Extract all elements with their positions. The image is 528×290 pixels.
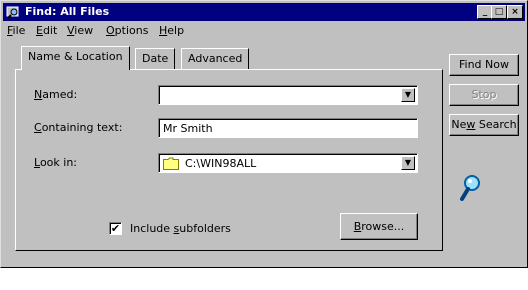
- browse-button[interactable]: Browse...: [340, 213, 418, 240]
- find-now-button[interactable]: Find Now: [449, 54, 519, 76]
- maximize-button[interactable]: □: [491, 5, 507, 19]
- find-window: Find: All Files _ □ × File Edit View Opt…: [0, 0, 528, 268]
- named-combo[interactable]: ▼: [158, 85, 418, 105]
- new-search-button[interactable]: New Search: [449, 114, 519, 136]
- menu-file[interactable]: File: [7, 24, 25, 37]
- include-subfolders-checkbox[interactable]: ✔: [109, 222, 122, 235]
- named-label: Named:: [34, 88, 78, 101]
- name-location-panel: Named: ▼ Containing text: Mr Smith Look …: [15, 69, 443, 251]
- tab-advanced[interactable]: Advanced: [181, 48, 250, 69]
- chevron-down-icon: ▼: [404, 90, 412, 99]
- title-bar[interactable]: Find: All Files _ □ ×: [3, 3, 525, 21]
- named-dropdown-button[interactable]: ▼: [401, 88, 415, 102]
- tab-date[interactable]: Date: [135, 48, 176, 69]
- look-in-combo[interactable]: C:\WIN98ALL ▼: [158, 153, 418, 173]
- menu-bar: File Edit View Options Help: [3, 22, 525, 40]
- containing-text-input[interactable]: Mr Smith: [158, 118, 418, 138]
- chevron-down-icon: ▼: [404, 158, 412, 167]
- tab-name-location[interactable]: Name & Location: [21, 46, 130, 70]
- magnifier-icon: [460, 175, 480, 201]
- look-in-value: C:\WIN98ALL: [185, 157, 257, 170]
- look-in-label: Look in:: [34, 156, 77, 169]
- close-button[interactable]: ×: [507, 5, 523, 19]
- find-app-icon: [6, 6, 19, 19]
- folder-icon: [163, 157, 179, 170]
- containing-text-label: Containing text:: [34, 121, 123, 134]
- stop-button[interactable]: Stop: [449, 84, 519, 106]
- check-icon: ✔: [110, 222, 121, 235]
- menu-view[interactable]: View: [67, 24, 93, 37]
- window-title: Find: All Files: [25, 5, 110, 18]
- include-subfolders-label[interactable]: Include subfolders: [130, 222, 231, 235]
- menu-help[interactable]: Help: [159, 24, 184, 37]
- menu-edit[interactable]: Edit: [36, 24, 57, 37]
- containing-text-value: Mr Smith: [163, 122, 213, 135]
- look-in-dropdown-button[interactable]: ▼: [401, 156, 415, 170]
- menu-options[interactable]: Options: [106, 24, 148, 37]
